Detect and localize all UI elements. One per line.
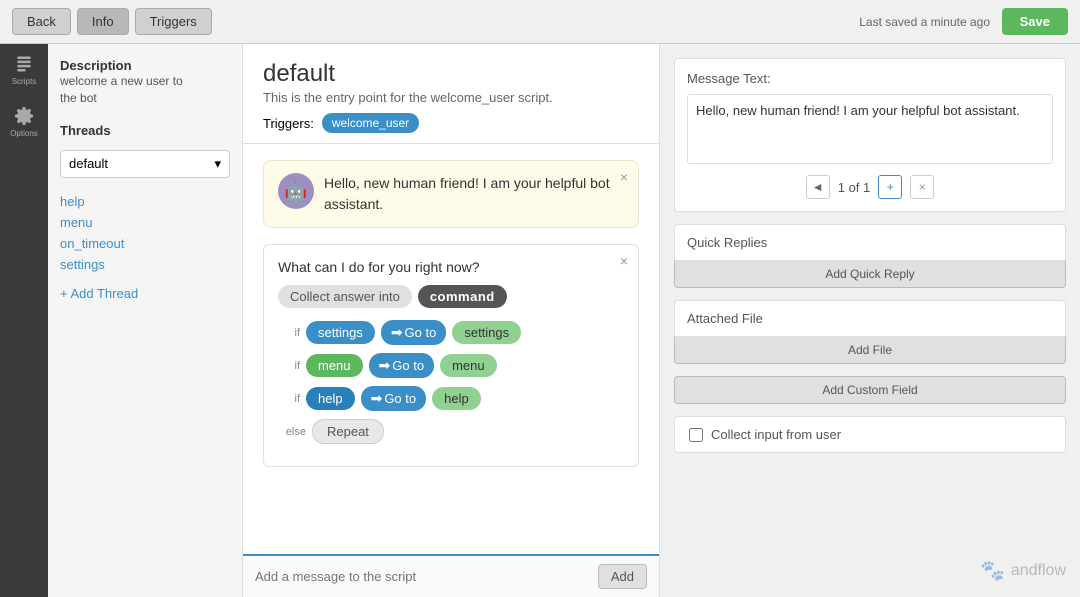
question-close-icon[interactable]: × <box>620 253 628 269</box>
options-label: Options <box>10 129 38 138</box>
info-button[interactable]: Info <box>77 8 129 35</box>
message-close-icon[interactable]: × <box>620 169 628 185</box>
andflow-icon: 🐾 <box>980 558 1005 583</box>
sidebar-item-scripts[interactable]: Scripts <box>6 52 42 88</box>
collect-command[interactable]: command <box>418 285 507 308</box>
repeat-button[interactable]: Repeat <box>312 419 384 444</box>
message-text-label: Message Text: <box>687 71 1053 86</box>
script-content: 🤖 Hello, new human friend! I am your hel… <box>243 144 659 554</box>
script-editor: default This is the entry point for the … <box>243 44 660 597</box>
question-text: What can I do for you right now? <box>278 259 624 275</box>
thread-link-settings[interactable]: settings <box>60 257 230 272</box>
goto-label-help: Go to <box>384 391 416 406</box>
condition-row-menu: if menu ➡ Go to menu <box>278 353 624 378</box>
right-panel: Message Text: ◄ 1 of 1 + × Quick Replies… <box>660 44 1080 597</box>
main-layout: Scripts Options Description welcome a ne… <box>0 44 1080 597</box>
collect-input-checkbox[interactable] <box>689 428 703 442</box>
condition-row-settings: if settings ➡ Go to settings <box>278 320 624 345</box>
goto-label-menu: Go to <box>392 358 424 373</box>
scripts-label: Scripts <box>12 77 36 86</box>
back-button[interactable]: Back <box>12 8 71 35</box>
description-text: welcome a new user to the bot <box>60 73 230 107</box>
script-description: This is the entry point for the welcome_… <box>263 90 639 105</box>
question-block: × What can I do for you right now? Colle… <box>263 244 639 467</box>
message-bubble-text: Hello, new human friend! I am your helpf… <box>324 173 624 215</box>
add-custom-field-button[interactable]: Add Custom Field <box>674 376 1066 404</box>
add-message-input[interactable] <box>255 569 598 584</box>
andflow-brand: 🐾 andflow <box>980 558 1066 583</box>
prev-page-button[interactable]: ◄ <box>806 175 830 199</box>
thread-link-menu[interactable]: menu <box>60 215 230 230</box>
pagination: ◄ 1 of 1 + × <box>687 175 1053 199</box>
goto-label-settings: Go to <box>405 325 437 340</box>
add-thread-button[interactable]: + Add Thread <box>60 286 230 301</box>
goto-button-settings[interactable]: ➡ Go to <box>381 320 447 345</box>
script-triggers: Triggers: welcome_user <box>263 113 639 133</box>
bot-avatar: 🤖 <box>278 173 314 209</box>
condition-value-help[interactable]: help <box>306 387 355 410</box>
if-label-help: if <box>278 393 300 405</box>
triggers-button[interactable]: Triggers <box>135 8 212 35</box>
trigger-badge[interactable]: welcome_user <box>322 113 419 133</box>
goto-target-help[interactable]: help <box>432 387 481 410</box>
message-text-textarea[interactable] <box>687 94 1053 164</box>
goto-target-settings[interactable]: settings <box>452 321 521 344</box>
goto-target-menu[interactable]: menu <box>440 354 497 377</box>
quick-replies-section: Quick Replies Add Quick Reply <box>674 224 1066 288</box>
chevron-down-icon: ▾ <box>214 156 221 172</box>
description-title: Description <box>60 58 230 73</box>
thread-select[interactable]: default ▾ <box>60 150 230 178</box>
collect-row: Collect answer into command <box>278 285 624 308</box>
condition-row-else: else Repeat <box>278 419 624 444</box>
add-quick-reply-button[interactable]: Add Quick Reply <box>674 261 1066 288</box>
message-block: 🤖 Hello, new human friend! I am your hel… <box>263 160 639 228</box>
add-file-button[interactable]: Add File <box>674 337 1066 364</box>
sidebar-item-options[interactable]: Options <box>6 104 42 140</box>
goto-button-menu[interactable]: ➡ Go to <box>369 353 435 378</box>
description-panel: Description welcome a new user to the bo… <box>48 44 243 597</box>
condition-value-settings[interactable]: settings <box>306 321 375 344</box>
topbar: Back Info Triggers Last saved a minute a… <box>0 0 1080 44</box>
page-info: 1 of 1 <box>838 180 871 195</box>
thread-link-help[interactable]: help <box>60 194 230 209</box>
goto-icon-help: ➡ <box>371 390 383 407</box>
andflow-text: andflow <box>1011 562 1066 580</box>
add-message-bar: Add <box>243 554 659 597</box>
goto-icon-menu: ➡ <box>379 357 391 374</box>
threads-title: Threads <box>60 123 230 138</box>
right-panel-content: Message Text: ◄ 1 of 1 + × Quick Replies… <box>660 44 1080 467</box>
add-message-button[interactable]: Add <box>598 564 647 589</box>
goto-icon-settings: ➡ <box>391 324 403 341</box>
thread-link-on_timeout[interactable]: on_timeout <box>60 236 230 251</box>
quick-replies-label: Quick Replies <box>674 224 1066 261</box>
collect-input-row: Collect input from user <box>674 416 1066 453</box>
script-name: default <box>263 60 639 88</box>
message-text-section: Message Text: ◄ 1 of 1 + × <box>674 58 1066 212</box>
triggers-label: Triggers: <box>263 116 314 131</box>
script-header: default This is the entry point for the … <box>243 44 659 144</box>
if-label-settings: if <box>278 327 300 339</box>
sidebar: Scripts Options <box>0 44 48 597</box>
add-page-button[interactable]: + <box>878 175 902 199</box>
thread-links: help menu on_timeout settings <box>60 194 230 272</box>
collect-input-label: Collect input from user <box>711 427 841 442</box>
collect-label: Collect answer into <box>278 285 412 308</box>
else-label: else <box>278 426 306 438</box>
save-button[interactable]: Save <box>1002 8 1068 35</box>
close-page-button[interactable]: × <box>910 175 934 199</box>
attached-file-label: Attached File <box>674 300 1066 337</box>
attached-file-section: Attached File Add File <box>674 300 1066 364</box>
if-label-menu: if <box>278 360 300 372</box>
goto-button-help[interactable]: ➡ Go to <box>361 386 427 411</box>
current-thread: default <box>69 156 108 171</box>
saved-status: Last saved a minute ago <box>859 15 990 29</box>
condition-row-help: if help ➡ Go to help <box>278 386 624 411</box>
condition-value-menu[interactable]: menu <box>306 354 363 377</box>
